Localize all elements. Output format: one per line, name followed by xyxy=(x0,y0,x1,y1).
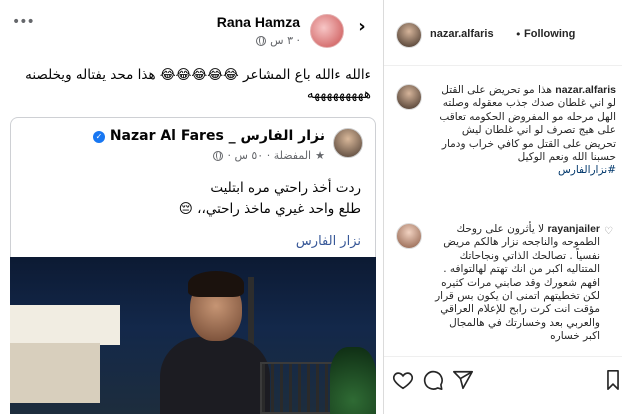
shared-post-line-1: ردت أخذ راحتي مره ابتليت xyxy=(210,180,361,196)
shared-post-meta-text: المفضلة · ٥٠ س · xyxy=(227,149,312,162)
photo-building-lower xyxy=(10,343,100,403)
photo-person-body xyxy=(160,337,270,414)
shared-post-signature: نزار الفارس xyxy=(295,234,361,249)
share-paper-plane-icon[interactable] xyxy=(452,369,474,391)
bookmark-icon[interactable] xyxy=(606,369,620,391)
fb-post-time: ٣ س · xyxy=(270,34,300,47)
fb-post-meta: ٣ س · xyxy=(256,34,300,47)
header-separator: • xyxy=(515,28,522,41)
ig-action-bar xyxy=(384,356,622,406)
chevron-right-icon: › xyxy=(358,16,366,37)
photo-grill xyxy=(260,362,340,414)
fb-author-avatar xyxy=(310,14,344,48)
fb-post-header: ••• Rana Hamza ٣ س · › xyxy=(0,0,383,58)
more-options-icon: ••• xyxy=(12,14,35,30)
like-heart-icon[interactable] xyxy=(392,369,414,391)
globe-icon xyxy=(256,35,267,46)
shared-author-name-text: نزار الفارس _ Nazar Al Fares xyxy=(109,128,325,144)
comment-bubble-icon[interactable] xyxy=(422,369,444,391)
photo-plant xyxy=(330,347,376,414)
ig-hashtag-link[interactable]: #نزارالفارس xyxy=(558,164,616,176)
shared-author-name: نزار الفارس _ Nazar Al Fares ✓ xyxy=(92,128,325,144)
ig-comment-text: لا يأثرون على روحك الطموحه والناجحه نزار… xyxy=(435,223,600,343)
globe-icon xyxy=(213,150,224,161)
photo-person-hair xyxy=(188,271,244,297)
shared-post-text: ردت أخذ راحتي مره ابتليت طلع واحد غيري م… xyxy=(31,178,361,220)
ig-commenter-avatar[interactable] xyxy=(396,223,422,249)
ig-caption-username[interactable]: nazar.alfaris xyxy=(555,84,616,96)
following-button[interactable]: Following xyxy=(524,28,575,40)
star-icon: ★ xyxy=(315,149,325,162)
fb-shared-post: نزار الفارس _ Nazar Al Fares ✓ ★ المفضلة… xyxy=(10,117,376,257)
comment-like-heart-icon[interactable]: ♡ xyxy=(604,226,613,237)
shared-post-line-2: طلع واحد غيري ماخذ راحتي،، 😔 xyxy=(178,201,361,217)
shared-author-avatar xyxy=(333,128,363,158)
ig-comment-username[interactable]: rayanjailer xyxy=(547,223,600,235)
ig-caption-avatar[interactable] xyxy=(396,84,422,110)
ig-caption: nazar.alfaris هذا مو تحريض على القتل لو … xyxy=(430,84,616,178)
ig-author-username[interactable]: nazar.alfaris xyxy=(430,28,494,40)
facebook-screenshot: ••• Rana Hamza ٣ س · › ءالله ءالله باع ا… xyxy=(0,0,384,414)
ig-comment: rayanjailer لا يأثرون على روحك الطموحه و… xyxy=(430,223,600,344)
instagram-sidebar: nazar.alfaris • Following nazar.alfaris … xyxy=(384,0,622,414)
verified-badge-icon: ✓ xyxy=(92,131,105,143)
ig-post-header: nazar.alfaris • Following xyxy=(384,0,622,66)
ig-author-avatar[interactable] xyxy=(396,22,422,48)
fb-post-text: ءالله ءالله باع المشاعر 😂😂😂😂😂 هذا محد يف… xyxy=(25,67,371,102)
shared-post-photo xyxy=(10,257,376,414)
photo-building xyxy=(10,305,120,345)
fb-author-name: Rana Hamza xyxy=(216,14,300,30)
shared-post-meta: ★ المفضلة · ٥٠ س · xyxy=(213,149,325,162)
